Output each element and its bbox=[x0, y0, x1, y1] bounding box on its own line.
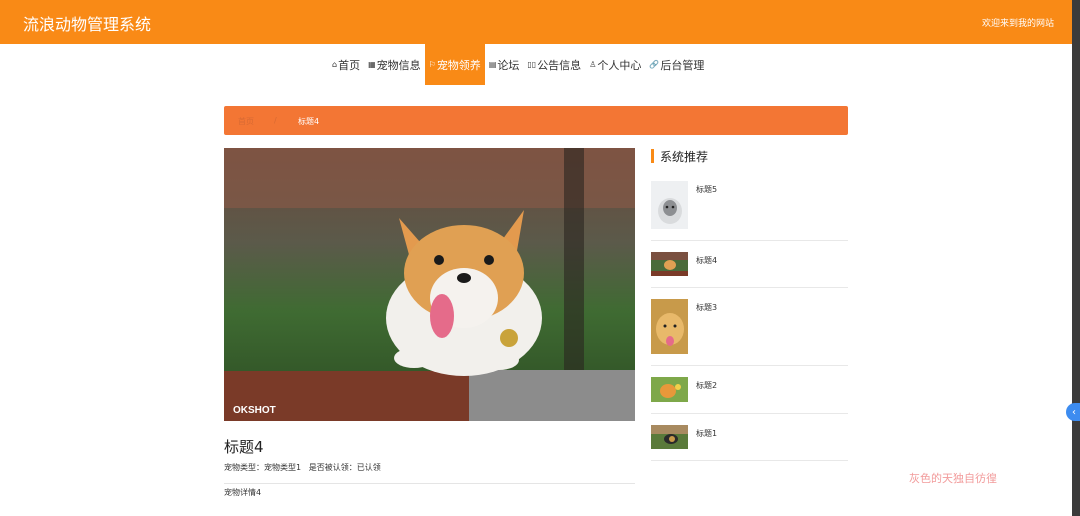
breadcrumb-current: 标题4 bbox=[298, 117, 320, 126]
recommend-item[interactable]: 标题1 bbox=[651, 425, 848, 462]
divider bbox=[651, 365, 848, 366]
nav-label: 公告信息 bbox=[537, 58, 582, 72]
welcome-text: 欢迎来到我的网站 bbox=[981, 19, 1054, 29]
nav-item-announcements[interactable]: ▯▯ 公告信息 bbox=[523, 44, 585, 85]
divider bbox=[651, 460, 848, 461]
notice-icon: ▯▯ bbox=[527, 60, 537, 69]
flag-icon: ⚐ bbox=[428, 60, 436, 69]
user-icon: ♙ bbox=[589, 60, 597, 69]
nav-item-profile[interactable]: ♙ 个人中心 bbox=[585, 44, 645, 85]
recommend-item[interactable]: 标题4 bbox=[651, 252, 848, 289]
thumb-husky bbox=[651, 181, 688, 229]
recommend-item[interactable]: 标题3 bbox=[651, 299, 848, 366]
nav-label: 宠物信息 bbox=[376, 58, 421, 72]
nav-label: 宠物领养 bbox=[436, 58, 481, 72]
recommend-label: 标题3 bbox=[696, 303, 718, 312]
pet-description: 宠物详情4 bbox=[224, 488, 262, 497]
grid-icon: ▦ bbox=[368, 60, 376, 69]
home-icon: ⌂ bbox=[332, 60, 338, 69]
nav-item-pet-info[interactable]: ▦ 宠物信息 bbox=[364, 44, 425, 85]
thumb-field-dog bbox=[651, 425, 688, 449]
divider bbox=[651, 240, 848, 241]
scroll-thumb[interactable] bbox=[1072, 0, 1080, 516]
type-label: 宠物类型： bbox=[224, 463, 264, 472]
recommend-label: 标题2 bbox=[696, 381, 718, 390]
accent-bar bbox=[651, 149, 654, 163]
nav-item-forum[interactable]: ▤ 论坛 bbox=[485, 44, 524, 85]
thumb-golden bbox=[651, 299, 688, 354]
header-bar: 流浪动物管理系统 欢迎来到我的网站 bbox=[0, 0, 1072, 44]
recommend-item[interactable]: 标题5 bbox=[651, 181, 848, 241]
main-nav: ⌂ 首页 ▦ 宠物信息 ⚐ 宠物领养 ▤ 论坛 ▯▯ 公告信息 ♙ 个人中心 🔗 后台管理 bbox=[328, 44, 708, 85]
nav-label: 首页 bbox=[338, 58, 361, 72]
photo-caption: OKSHOT bbox=[233, 405, 276, 416]
recommend-title: 系统推荐 bbox=[660, 149, 709, 164]
thumb-corgi bbox=[651, 252, 688, 276]
nav-item-admin[interactable]: 🔗 后台管理 bbox=[645, 44, 708, 85]
pet-meta: 宠物类型：宠物类型1 是否被认领：已认领 bbox=[224, 462, 381, 473]
nav-item-pet-adoption[interactable]: ⚐ 宠物领养 bbox=[424, 44, 485, 85]
recommend-item[interactable]: 标题2 bbox=[651, 377, 848, 414]
nav-item-home[interactable]: ⌂ 首页 bbox=[328, 44, 364, 85]
pet-photo: OKSHOT bbox=[224, 148, 635, 421]
page-scrollbar[interactable] bbox=[1072, 0, 1080, 516]
recommend-header: 系统推荐 bbox=[651, 148, 708, 164]
breadcrumb-home[interactable]: 首页 bbox=[238, 116, 254, 127]
chevron-left-icon[interactable]: ‹ bbox=[1066, 403, 1080, 421]
site-title: 流浪动物管理系统 bbox=[23, 15, 152, 34]
pet-title: 标题4 bbox=[224, 438, 264, 456]
divider bbox=[651, 413, 848, 414]
thumb-puppy bbox=[651, 377, 688, 402]
recommend-label: 标题1 bbox=[696, 429, 718, 438]
type-value: 宠物类型1 bbox=[264, 463, 302, 472]
recommend-label: 标题4 bbox=[696, 256, 718, 265]
nav-label: 后台管理 bbox=[660, 58, 705, 72]
breadcrumb-separator: / bbox=[274, 116, 277, 125]
forum-icon: ▤ bbox=[488, 60, 497, 69]
nav-label: 个人中心 bbox=[597, 58, 642, 72]
watermark-text: 灰色的天独自彷徨 bbox=[909, 472, 997, 485]
breadcrumb: 首页 / 标题4 bbox=[224, 106, 848, 135]
divider bbox=[651, 287, 848, 288]
link-icon: 🔗 bbox=[649, 60, 660, 69]
adopted-label: 是否被认领： bbox=[308, 463, 357, 472]
nav-label: 论坛 bbox=[497, 58, 520, 72]
recommend-label: 标题5 bbox=[696, 185, 718, 194]
divider bbox=[224, 483, 635, 484]
adopted-value: 已认领 bbox=[356, 463, 381, 472]
